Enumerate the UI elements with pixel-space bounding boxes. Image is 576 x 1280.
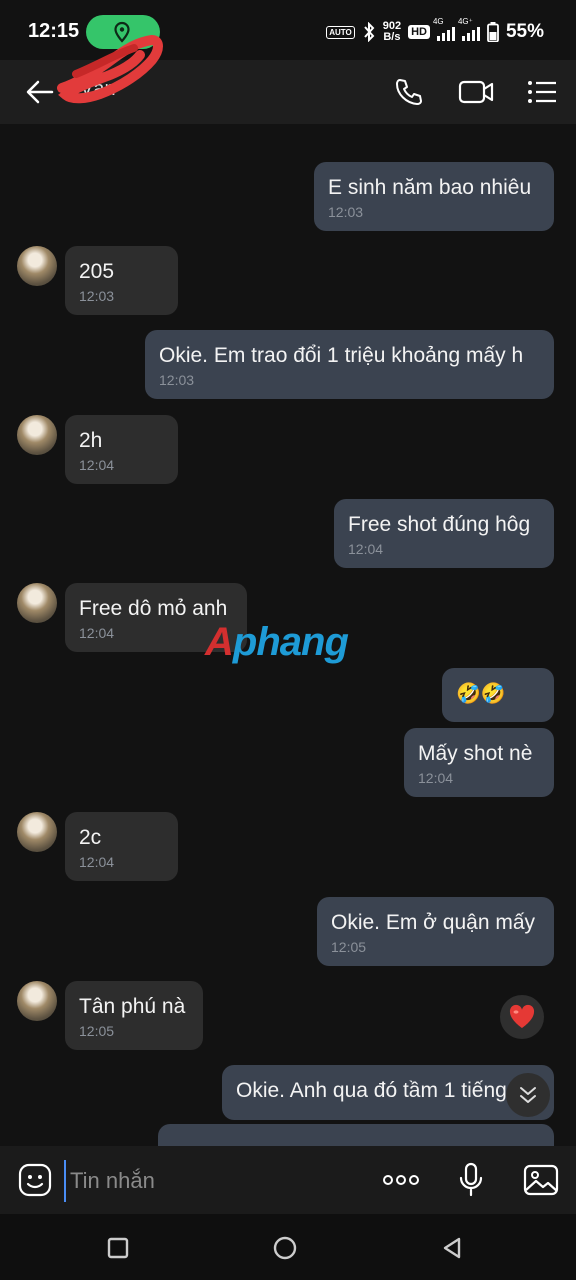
message-time: 12:04: [418, 770, 454, 786]
redaction-scribble: [57, 34, 163, 104]
message-bubble-incoming[interactable]: 205 12:03: [65, 246, 178, 315]
sim1-network-tag: 4G: [432, 17, 444, 26]
microphone-icon: [459, 1162, 483, 1197]
voice-message-button[interactable]: [451, 1160, 491, 1200]
message-time: 12:03: [79, 288, 115, 304]
video-call-icon: [458, 80, 494, 104]
auto-brightness-icon: AUTO: [326, 25, 355, 39]
bluetooth-icon: [363, 22, 375, 42]
message-bubble-incoming[interactable]: 2h 12:04: [65, 415, 178, 484]
heart-icon: [509, 1004, 535, 1028]
double-chevron-down-icon: [520, 1087, 536, 1103]
hd-voice-badge: HD: [408, 25, 430, 39]
avatar[interactable]: [17, 415, 57, 455]
back-button[interactable]: [22, 74, 58, 110]
message-bubble-outgoing-partial[interactable]: [158, 1124, 554, 1146]
message-emoji: 🤣🤣: [456, 683, 506, 705]
home-button[interactable]: [267, 1230, 303, 1266]
message-bubble-outgoing[interactable]: Okie. Em ở quận mấy 12:05: [317, 897, 554, 966]
message-bubble-incoming[interactable]: Tân phú nà 12:05: [65, 981, 203, 1050]
menu-button[interactable]: [522, 74, 562, 110]
recent-apps-button[interactable]: [100, 1230, 136, 1266]
message-text: 2c: [79, 826, 102, 849]
avatar[interactable]: [17, 583, 57, 623]
video-call-button[interactable]: [456, 74, 496, 110]
message-text: Mấy shot nè: [418, 742, 533, 765]
gallery-button[interactable]: [521, 1160, 561, 1200]
system-back-button[interactable]: [434, 1230, 470, 1266]
watermark: Aphang: [205, 620, 349, 665]
gallery-icon: [523, 1164, 559, 1196]
battery-percentage: 55%: [505, 21, 544, 42]
status-icons: AUTO 902 B/s HD 4G 4G⁺ 55%: [326, 17, 544, 46]
message-time: 12:03: [159, 372, 195, 388]
message-bubble-outgoing[interactable]: 🤣🤣: [442, 668, 554, 722]
sticker-button[interactable]: [15, 1160, 55, 1200]
system-navigation-bar: [0, 1214, 576, 1280]
message-bubble-outgoing[interactable]: Free shot đúng hôg 12:04: [334, 499, 554, 568]
avatar[interactable]: [17, 812, 57, 852]
message-composer: [0, 1146, 576, 1214]
sticker-icon: [18, 1163, 52, 1197]
voice-call-button[interactable]: [388, 74, 428, 110]
avatar[interactable]: [17, 981, 57, 1021]
recent-apps-icon: [107, 1237, 129, 1259]
more-options-button[interactable]: [381, 1160, 421, 1200]
network-speed: 902 B/s: [383, 21, 401, 43]
watermark-part1: A: [205, 620, 234, 664]
signal-sim1-icon: 4G: [433, 17, 455, 41]
menu-list-icon: [528, 81, 556, 103]
scroll-to-bottom-button[interactable]: [506, 1073, 550, 1117]
phone-icon: [396, 79, 422, 105]
network-speed-unit: B/s: [383, 31, 401, 43]
message-bubble-outgoing[interactable]: Okie. Em trao đổi 1 triệu khoảng mấy h 1…: [145, 330, 554, 399]
message-text: 2h: [79, 429, 103, 452]
message-input[interactable]: [64, 1160, 372, 1202]
message-bubble-outgoing[interactable]: Mấy shot nè 12:04: [404, 728, 554, 797]
message-time: 12:05: [331, 939, 367, 955]
message-bubble-outgoing[interactable]: E sinh năm bao nhiêu 12:03: [314, 162, 554, 231]
message-time: 12:04: [348, 541, 384, 557]
message-bubble-incoming[interactable]: 2c 12:04: [65, 812, 178, 881]
message-text: Free shot đúng hôg: [348, 513, 531, 536]
back-arrow-icon: [26, 80, 54, 104]
message-time: 12:05: [79, 1023, 115, 1039]
message-time: 12:03: [328, 204, 364, 220]
reaction-heart-button[interactable]: [500, 995, 544, 1039]
message-time: 12:04: [79, 457, 115, 473]
message-time: 12:04: [79, 854, 115, 870]
more-dots-icon: [383, 1175, 419, 1185]
signal-sim2-icon: 4G⁺: [458, 17, 480, 41]
message-list[interactable]: E sinh năm bao nhiêu 12:03 205 12:03 Oki…: [0, 124, 576, 1146]
avatar[interactable]: [17, 246, 57, 286]
message-text: Okie. Em ở quận mấy: [331, 911, 536, 934]
message-text: E sinh năm bao nhiêu: [328, 176, 532, 199]
battery-icon: [487, 22, 499, 42]
message-bubble-outgoing[interactable]: Okie. Anh qua đó tầm 1 tiếng: [222, 1065, 554, 1120]
message-text: Okie. Anh qua đó tầm 1 tiếng: [236, 1079, 507, 1102]
home-icon: [273, 1236, 297, 1260]
back-icon: [443, 1237, 461, 1259]
message-text: Okie. Em trao đổi 1 triệu khoảng mấy h: [159, 344, 524, 367]
message-text: Free dô mỏ anh: [79, 597, 228, 620]
message-text: 205: [79, 260, 115, 283]
chat-header: Ván: [0, 34, 576, 124]
sim2-network-tag: 4G⁺: [457, 17, 473, 26]
watermark-part2: phang: [232, 620, 349, 664]
message-text: Tân phú nà: [79, 995, 186, 1018]
